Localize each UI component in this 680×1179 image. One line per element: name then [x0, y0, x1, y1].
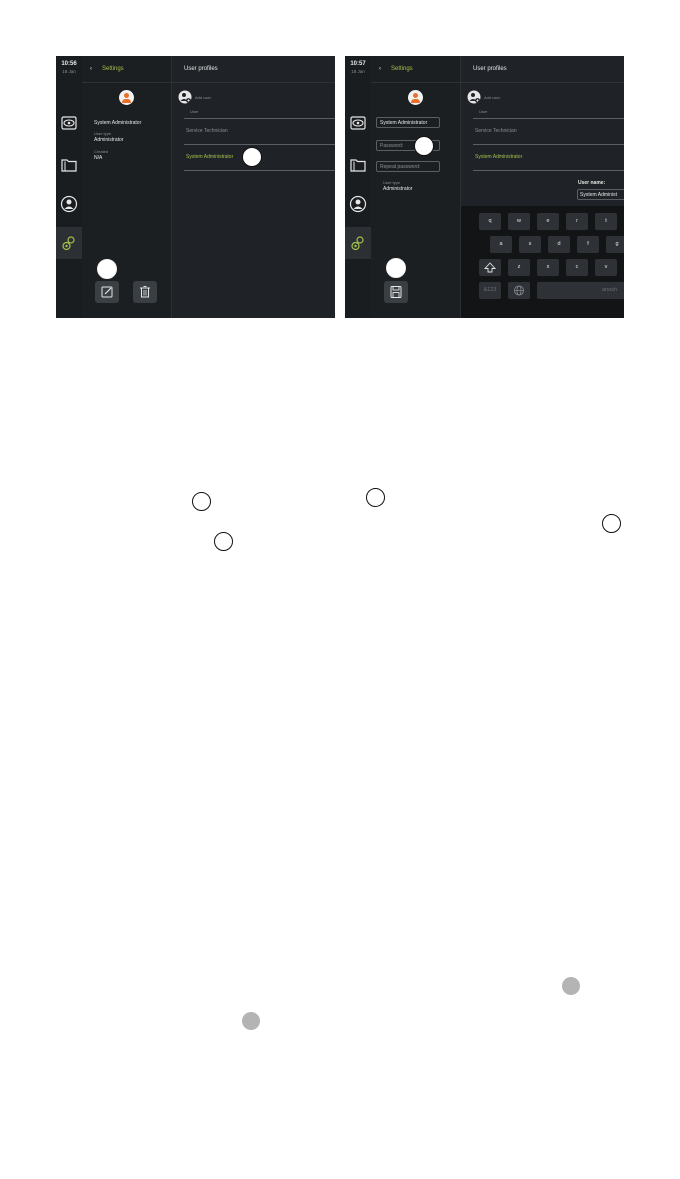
globe-icon — [514, 285, 524, 296]
edit-icon — [101, 286, 113, 298]
user-type-label: User type — [94, 131, 112, 136]
user-profiles-title: User profiles — [184, 66, 218, 72]
clock-date: 18 Jan — [351, 69, 365, 74]
callout-circle-edit — [97, 259, 117, 279]
settings-header: ‹ Settings — [371, 56, 460, 83]
sidebar-rail: 10:57 18 Jan — [345, 56, 371, 318]
language-key[interactable] — [508, 282, 530, 299]
divider — [473, 144, 624, 145]
shift-key[interactable] — [479, 259, 501, 276]
user-type-value: Administrator — [383, 186, 413, 192]
user-name-label: User name: — [578, 180, 606, 186]
user-type-label: User type — [383, 180, 401, 185]
key-s[interactable]: s — [519, 236, 541, 253]
key-v[interactable]: v — [595, 259, 617, 276]
edit-button[interactable] — [95, 281, 119, 303]
repeat-password-field[interactable]: Repeat password: — [376, 161, 440, 172]
chevron-left-icon[interactable]: ‹ — [90, 66, 92, 73]
list-header: User — [190, 109, 199, 114]
folder-icon[interactable] — [349, 156, 367, 174]
folder-icon[interactable] — [60, 156, 78, 174]
clock-time: 10:57 — [350, 61, 366, 67]
divider — [473, 170, 624, 171]
add-user-icon[interactable] — [467, 90, 481, 104]
save-icon — [390, 286, 402, 298]
callout-circle-inline — [602, 514, 621, 533]
user-icon[interactable] — [349, 195, 367, 213]
settings-title[interactable]: Settings — [391, 66, 413, 73]
user-list-item-system-administrator[interactable]: System Administrator — [475, 154, 522, 160]
key-d[interactable]: d — [548, 236, 570, 253]
settings-header: ‹ Settings — [82, 56, 171, 83]
callout-circle-inline — [192, 492, 211, 511]
space-key[interactable]: anosh — [537, 282, 624, 299]
key-t[interactable]: t — [595, 213, 617, 230]
screenshot-edit-profile-view: 10:57 18 Jan ‹ Settings System Administr… — [345, 56, 624, 318]
trash-icon — [140, 286, 150, 298]
on-screen-keyboard: q w e r t a s d f g z x c v &123 anosh — [461, 206, 624, 318]
user-type-value: Administrator — [94, 137, 124, 143]
key-g[interactable]: g — [606, 236, 624, 253]
key-z[interactable]: z — [508, 259, 530, 276]
eye-icon[interactable] — [349, 114, 367, 132]
key-e[interactable]: e — [537, 213, 559, 230]
divider — [184, 118, 335, 119]
callout-circle-user — [242, 147, 262, 167]
delete-button[interactable] — [133, 281, 157, 303]
user-profiles-title: User profiles — [473, 66, 507, 72]
user-profiles-header: User profiles — [461, 56, 624, 83]
key-f[interactable]: f — [577, 236, 599, 253]
key-a[interactable]: a — [490, 236, 512, 253]
user-list-item-service-technician[interactable]: Service Technician — [475, 128, 517, 134]
screenshot-user-profiles-view: 10:56 18 Jan ‹ Settings System Administr… — [56, 56, 335, 318]
clock-date: 18 Jan — [62, 69, 76, 74]
key-q[interactable]: q — [479, 213, 501, 230]
callout-circle-inline — [214, 532, 233, 551]
callout-circle-save — [386, 258, 406, 278]
key-r[interactable]: r — [566, 213, 588, 230]
created-label: Created — [94, 149, 109, 154]
profile-name: System Administrator — [94, 120, 142, 126]
user-profiles-panel: User profiles Add user User Service Tech… — [172, 56, 335, 318]
divider — [184, 144, 335, 145]
user-list-item-system-administrator[interactable]: System Administrator — [186, 154, 233, 160]
name-field[interactable]: System Administrator — [376, 117, 440, 128]
divider — [184, 170, 335, 171]
key-w[interactable]: w — [508, 213, 530, 230]
user-avatar-icon — [119, 90, 134, 105]
settings-panel: ‹ Settings System Administrator User typ… — [82, 56, 172, 318]
callout-circle-password — [414, 136, 434, 156]
add-user-label[interactable]: Add user — [484, 95, 500, 100]
key-c[interactable]: c — [566, 259, 588, 276]
add-user-label[interactable]: Add user — [195, 95, 211, 100]
user-avatar-icon — [408, 90, 423, 105]
key-x[interactable]: x — [537, 259, 559, 276]
grey-callout-dot — [242, 1012, 260, 1030]
chevron-left-icon[interactable]: ‹ — [379, 66, 381, 73]
settings-panel: ‹ Settings System Administrator Password… — [371, 56, 461, 318]
settings-title[interactable]: Settings — [102, 66, 124, 73]
save-button[interactable] — [384, 281, 408, 303]
clock-time: 10:56 — [61, 61, 77, 67]
add-user-icon[interactable] — [178, 90, 192, 104]
gear-icon[interactable] — [349, 234, 367, 252]
user-profiles-header: User profiles — [172, 56, 335, 83]
callout-circle-inline — [366, 488, 385, 507]
numbers-key[interactable]: &123 — [479, 282, 501, 299]
gear-icon[interactable] — [60, 234, 78, 252]
list-header: User — [479, 109, 488, 114]
created-value: N/A — [94, 155, 103, 161]
eye-icon[interactable] — [60, 114, 78, 132]
sidebar-rail: 10:56 18 Jan — [56, 56, 82, 318]
divider — [473, 118, 624, 119]
shift-icon — [483, 262, 497, 273]
user-icon[interactable] — [60, 195, 78, 213]
user-list-item-service-technician[interactable]: Service Technician — [186, 128, 228, 134]
grey-callout-dot — [562, 977, 580, 995]
user-name-input[interactable]: System Administ — [577, 189, 624, 200]
